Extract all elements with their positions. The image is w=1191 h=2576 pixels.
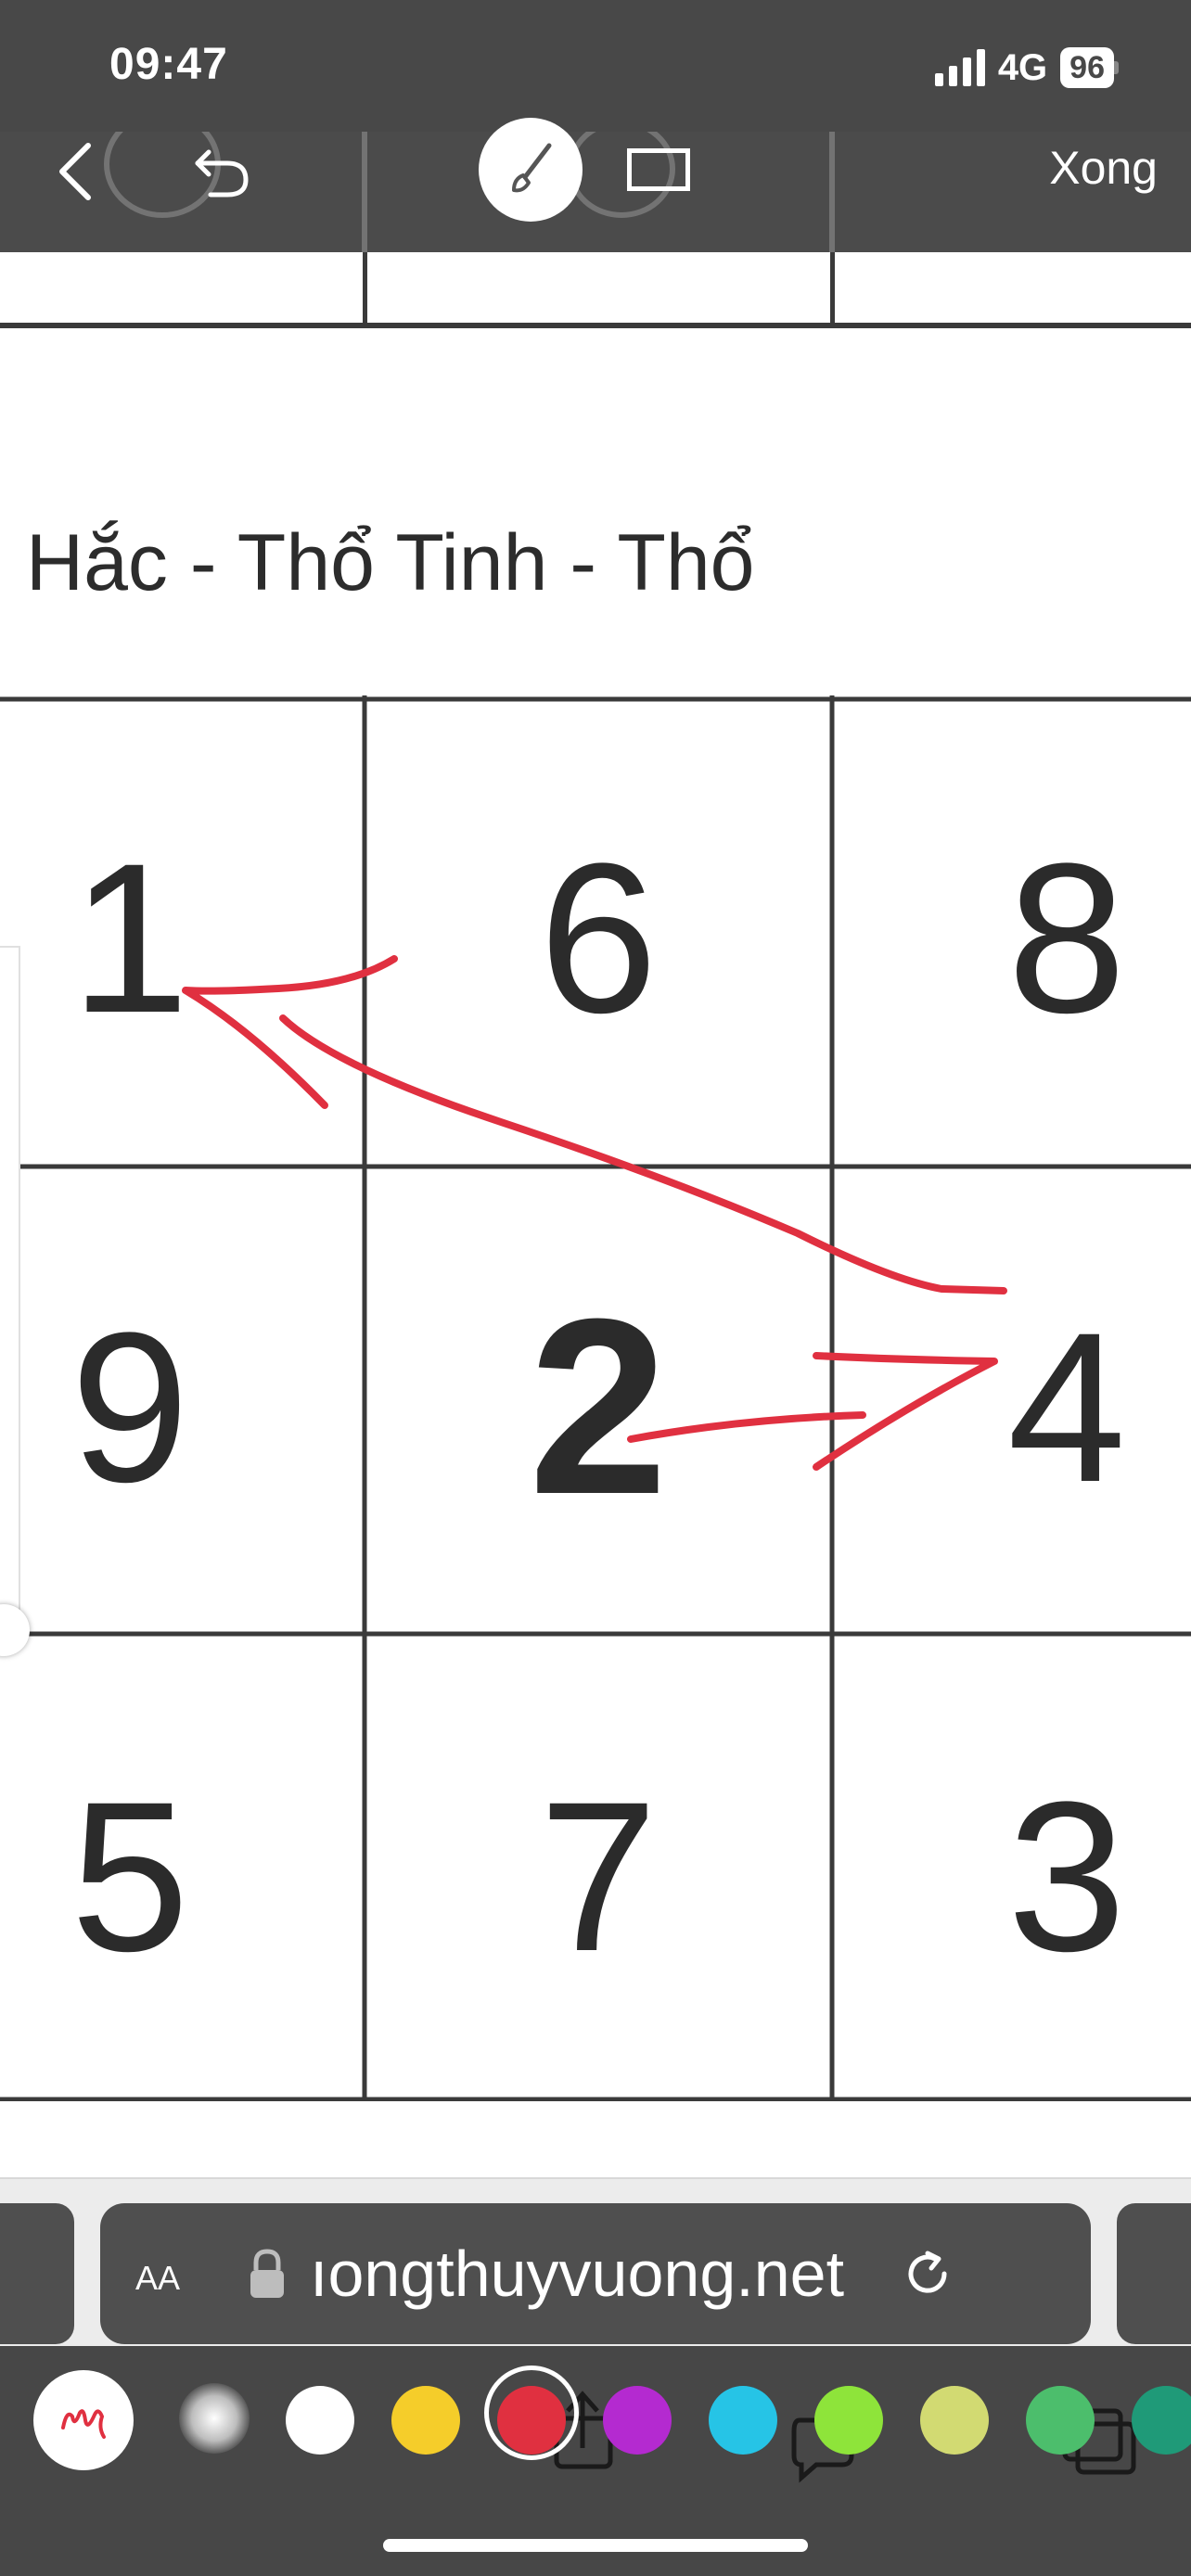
battery-icon: 96 [1060, 47, 1119, 88]
grid-cell-r2c3: 4 [1007, 1288, 1126, 1526]
grid-cell-r3c3: 3 [1007, 1757, 1126, 1996]
grid-cell-r1c3: 8 [1007, 819, 1126, 1057]
brush-tool-button[interactable] [479, 118, 583, 222]
previous-tab-preview[interactable] [0, 2203, 74, 2344]
lock-icon [250, 2249, 284, 2298]
grid-cell-r2c2: 2 [528, 1268, 669, 1547]
page-heading: Hắc - Thổ Tinh - Thổ [26, 518, 755, 607]
status-time: 09:47 [109, 40, 228, 89]
done-button[interactable]: Xong [1049, 141, 1158, 195]
address-bar[interactable]: AA ıongthuyvuong.net [100, 2203, 1091, 2344]
previous-grid-divider [830, 252, 835, 326]
undo-icon[interactable] [190, 139, 255, 204]
previous-grid-border [0, 323, 1191, 328]
markup-toolbar [0, 132, 1191, 252]
color-swatch-teal[interactable] [1132, 2386, 1191, 2455]
status-indicators: 4G 96 [934, 45, 1119, 91]
brush-icon [512, 143, 552, 193]
grid-cell-r1c1: 1 [70, 819, 189, 1057]
reader-options-button[interactable]: AA [135, 2247, 210, 2301]
next-tab-preview[interactable] [1117, 2203, 1191, 2344]
page-side-panel [0, 946, 20, 1626]
grid-cell-r2c1: 9 [70, 1288, 189, 1526]
previous-grid-divider [363, 252, 367, 326]
color-swatch-yellow[interactable] [391, 2386, 460, 2455]
network-type: 4G [997, 46, 1048, 88]
url-text: ıongthuyvuong.net [310, 2238, 845, 2310]
marker-icon [61, 2409, 106, 2439]
color-swatch-white[interactable] [286, 2386, 354, 2455]
reload-icon[interactable] [900, 2246, 955, 2302]
color-swatch-khaki[interactable] [920, 2386, 989, 2455]
grid-cell-r3c1: 5 [70, 1757, 189, 1996]
home-indicator [383, 2539, 808, 2552]
page-preview-behind-toolbar [104, 132, 835, 252]
back-chevron-icon[interactable] [51, 134, 107, 209]
color-swatch-purple[interactable] [603, 2386, 672, 2455]
color-swatch-cyan[interactable] [709, 2386, 777, 2455]
cellular-signal-icon [934, 49, 985, 86]
battery-level: 96 [1060, 47, 1114, 88]
opacity-selector-icon[interactable] [179, 2383, 250, 2454]
color-swatch-green[interactable] [1026, 2386, 1095, 2455]
marker-tool-button[interactable] [33, 2370, 134, 2470]
number-grid: 1 6 8 9 2 4 5 7 3 [0, 695, 1191, 2101]
shape-tool-icon[interactable] [627, 148, 690, 191]
grid-cell-r1c2: 6 [539, 819, 658, 1057]
selected-color-ring [484, 2366, 579, 2460]
grid-cell-r3c2: 7 [539, 1757, 658, 1996]
color-swatch-lime[interactable] [814, 2386, 883, 2455]
